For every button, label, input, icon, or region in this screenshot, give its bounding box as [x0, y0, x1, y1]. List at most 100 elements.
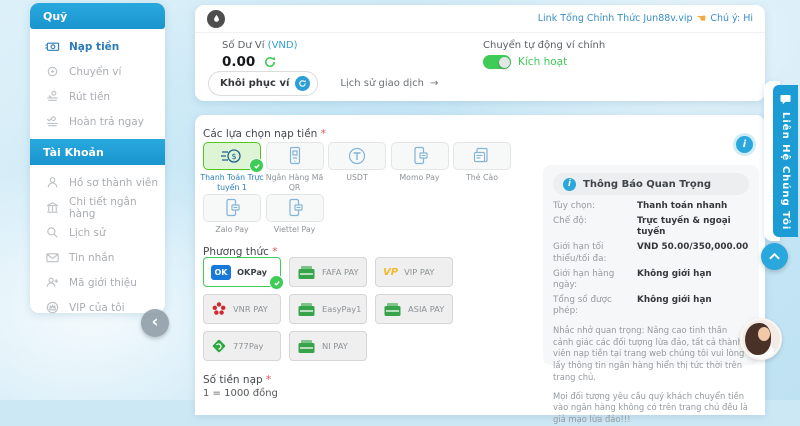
info-icon[interactable]: [736, 136, 753, 153]
method-okpay[interactable]: OK OKPay: [203, 257, 281, 287]
sidebar-item-referral-code[interactable]: Mã giới thiệu: [30, 270, 165, 295]
deposit-options-grid: $ Thanh Toán Trực tuyến 1 Ngân Hàng Mã Q…: [203, 142, 511, 235]
deposit-option-label: Ngân Hàng Mã QR: [260, 173, 330, 192]
required-mark: *: [321, 128, 326, 140]
sidebar-item-member-profile[interactable]: Hồ sơ thành viên: [30, 170, 165, 195]
deposit-option-viettel-pay[interactable]: Viettel Pay: [266, 194, 324, 235]
method-vnr-pay[interactable]: VNR PAY: [203, 294, 281, 324]
method-777pay[interactable]: 777Pay: [203, 331, 281, 361]
deposit-option-online-payment[interactable]: $ Thanh Toán Trực tuyến 1: [203, 142, 261, 192]
method-label: VIP PAY: [404, 267, 434, 277]
currency-label: (VND): [268, 40, 298, 51]
history-icon: [45, 225, 60, 240]
notice-header: Thông Báo Quan Trọng: [553, 173, 749, 195]
deposit-money-icon: [45, 39, 60, 54]
referral-code-icon: [45, 275, 60, 290]
sidebar-item-label: Tin nhắn: [69, 252, 114, 264]
notice-row-label: Giới hạn hàng ngày:: [553, 269, 637, 292]
check-icon: [249, 158, 264, 173]
method-asia-pay[interactable]: ASIA PAY: [375, 294, 453, 324]
phone-pay-icon: [284, 197, 306, 219]
coin-fast-icon: $: [220, 145, 244, 167]
notice-row: Tùy chọn: Thanh toán nhanh: [553, 201, 749, 212]
green-wallet-logo: [297, 339, 316, 354]
contact-us-tab[interactable]: Liên Hệ Chúng Tôi: [773, 85, 798, 237]
notice-row: Chế độ: Trực tuyến & ngoại tuyến: [553, 216, 749, 239]
wallet-card-body: Số Dư Ví (VND) 0.00 Chuyển tự động ví ch…: [195, 33, 765, 102]
payment-method-grid: OK OKPay FAFA PAY VP VIP PAY VNR PAY Eas…: [203, 257, 453, 361]
method-vip-pay[interactable]: VP VIP PAY: [375, 257, 453, 287]
okpay-logo: OK: [211, 265, 231, 280]
phone-pay-icon: [221, 197, 243, 219]
deposit-amount-hint: 1 = 1000 đồng: [203, 388, 278, 399]
sidebar-item-label: Chuyển ví: [69, 66, 121, 78]
deposit-amount-label: Số tiền nạp *: [203, 374, 271, 386]
deposit-option-label: Zalo Pay: [197, 225, 267, 235]
notice-row-value: Không giới hạn: [637, 295, 712, 318]
notice-row-label: Chế độ:: [553, 216, 637, 239]
header-notice-text: Chú ý: Hi: [710, 13, 753, 24]
vnr-blossom-logo: [211, 301, 227, 317]
sidebar-item-history[interactable]: Lịch sử: [30, 220, 165, 245]
auto-transfer-label: Chuyển tự động ví chính: [483, 40, 605, 51]
restore-wallet-button[interactable]: Khôi phục ví: [208, 71, 318, 96]
contact-us-label: Liên Hệ Chúng Tôi: [780, 112, 791, 230]
sidebar-item-wallet-transfer[interactable]: Chuyển ví: [30, 59, 165, 84]
notice-row-label: Giới hạn tối thiểu/tối đa:: [553, 242, 637, 265]
sidebar-item-instant-refund[interactable]: Hoàn trả ngay: [30, 109, 165, 134]
notice-row-label: Tùy chọn:: [553, 201, 637, 212]
refresh-icon[interactable]: [263, 55, 277, 69]
sidebar-item-messages[interactable]: Tin nhắn: [30, 245, 165, 270]
restore-wallet-label: Khôi phục ví: [220, 78, 289, 89]
transaction-history-link[interactable]: Lịch sử giao dịch →: [340, 78, 438, 89]
deposit-option-label: Viettel Pay: [260, 225, 330, 235]
notice-row-value: Thanh toán nhanh: [637, 201, 727, 212]
sidebar-item-bank-details[interactable]: Chi tiết ngân hàng: [30, 195, 165, 220]
balance-value: 0.00: [222, 54, 255, 70]
method-easypay1[interactable]: EasyPay1: [289, 294, 367, 324]
sidebar-item-deposit[interactable]: Nạp tiền: [30, 34, 165, 59]
qr-phone-icon: [284, 145, 306, 167]
required-mark: *: [266, 374, 271, 386]
member-profile-icon: [45, 175, 60, 190]
wallet-transfer-icon: [45, 64, 60, 79]
chevron-up-icon: [768, 252, 781, 261]
method-ni-pay[interactable]: NI PAY: [289, 331, 367, 361]
check-icon: [269, 275, 284, 290]
sidebar-item-label: Lịch sử: [69, 227, 106, 239]
method-fafa-pay[interactable]: FAFA PAY: [289, 257, 367, 287]
instant-refund-icon: [45, 114, 60, 129]
auto-transfer-toggle[interactable]: [483, 55, 511, 69]
deposit-option-usdt[interactable]: USDT: [328, 142, 386, 192]
transaction-history-label: Lịch sử giao dịch: [340, 78, 424, 89]
balance-block: Số Dư Ví (VND) 0.00: [222, 40, 298, 70]
method-label: 777Pay: [233, 341, 263, 351]
deposit-option-momo-pay[interactable]: Momo Pay: [391, 142, 449, 192]
avatar-face: [758, 327, 770, 341]
sidebar-item-label: Mã giới thiệu: [69, 277, 137, 289]
support-agent-avatar[interactable]: [740, 318, 782, 360]
sidebar-collapse-button[interactable]: [141, 309, 169, 337]
sidebar-item-withdraw[interactable]: Rút tiền: [30, 84, 165, 109]
notice-row-value: Không giới hạn: [637, 269, 712, 292]
balance-label: Số Dư Ví (VND): [222, 40, 298, 51]
notice-row: Tổng số được phép: Không giới hạn: [553, 295, 749, 318]
sidebar-section-title: Quỹ: [43, 10, 67, 23]
notice-row: Giới hạn tối thiểu/tối đa: VND 50.00/350…: [553, 242, 749, 265]
phone-pay-icon: [409, 145, 431, 167]
sidebar-section-funds: Quỹ: [30, 3, 165, 29]
toggle-state-label: Kích hoạt: [518, 56, 567, 68]
method-label: ASIA PAY: [408, 304, 444, 314]
method-label: FAFA PAY: [322, 267, 359, 277]
auto-transfer-block: Chuyển tự động ví chính Kích hoạt: [483, 40, 605, 69]
deposit-option-zalo-pay[interactable]: Zalo Pay: [203, 194, 261, 235]
notice-row-value: VND 50.00/350,000.00: [637, 242, 748, 265]
deposit-option-scratch-card[interactable]: Thẻ Cào: [453, 142, 511, 192]
deposit-option-bank-qr[interactable]: Ngân Hàng Mã QR: [266, 142, 324, 192]
notice-title: Thông Báo Quan Trọng: [583, 179, 711, 190]
official-link[interactable]: Link Tổng Chỉnh Thức Jun88v.vip ☚ Chú ý:…: [538, 12, 753, 25]
scroll-to-top-button[interactable]: [761, 243, 788, 270]
sidebar: Quỹ Nạp tiền Chuyển ví Rút tiền Hoàn trả…: [30, 3, 165, 313]
sidebar-item-label: Chi tiết ngân hàng: [69, 196, 165, 220]
pointing-hand-icon: ☚: [696, 12, 706, 25]
